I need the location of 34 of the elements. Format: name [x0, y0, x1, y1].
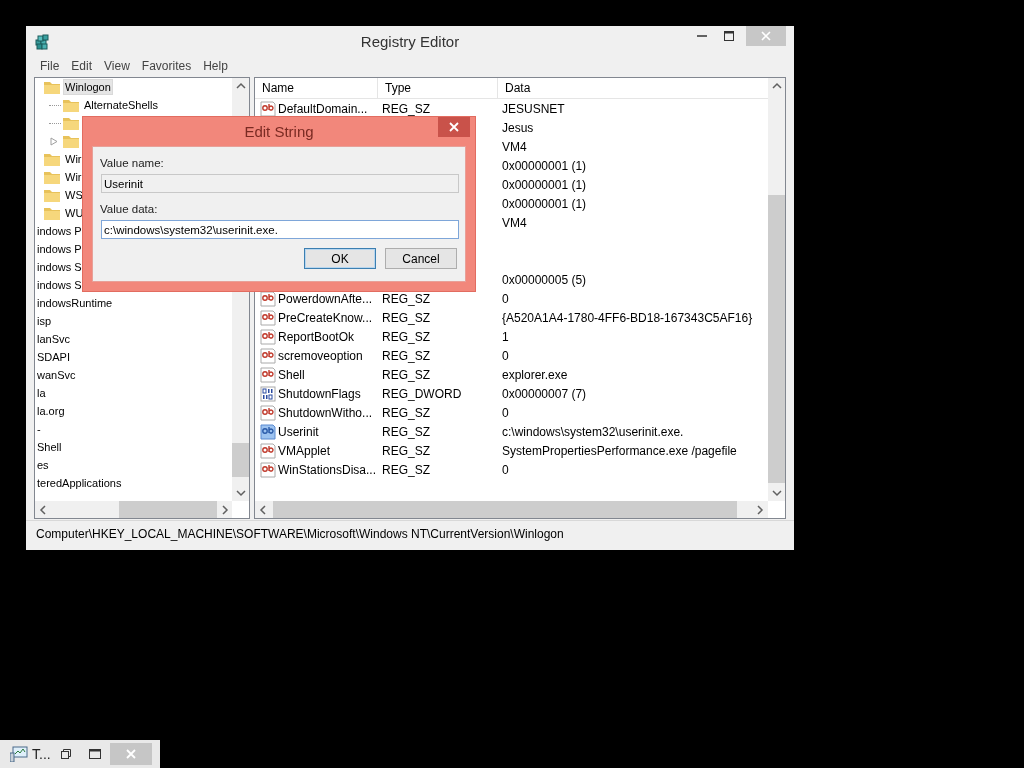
value-data: 1 [502, 329, 509, 344]
field-label: Value data: [100, 203, 159, 215]
value-data: 0 [502, 405, 509, 420]
value-type: REG_SZ [382, 367, 430, 382]
value-data: JESUSNET [502, 101, 565, 116]
value-data: SystemPropertiesPerformance.exe /pagefile [502, 443, 737, 458]
value-data: 0x00000001 (1) [502, 177, 587, 192]
dialog-title: Edit String [244, 123, 314, 140]
value-type: REG_SZ [382, 329, 430, 344]
value-type: REG_SZ [382, 443, 430, 458]
value-data: c:\windows\system32\userinit.exe. [502, 424, 684, 439]
value-data: 0 [502, 462, 509, 477]
value-data: 0x00000005 (5) [502, 272, 587, 287]
value-type: REG_SZ [382, 424, 430, 439]
value-type: REG_SZ [382, 405, 430, 420]
status-bar: Computer\HKEY_LOCAL_MACHINE\SOFTWARE\Microsoft\Windows NT\CurrentVersion\Winlogon [26, 520, 794, 547]
value-data: 0 [502, 291, 509, 306]
value-data: VM4 [502, 215, 527, 230]
field-label: Value name: [100, 157, 165, 169]
value-type: REG_SZ [382, 462, 430, 477]
window-title: Registry Editor [360, 33, 460, 50]
value-data: 0x00000007 (7) [502, 386, 587, 401]
value-type: REG_SZ [382, 101, 430, 116]
value-type: REG_DWORD [382, 386, 462, 401]
value-data: 0 [502, 348, 509, 363]
value-data: {A520A1A4-1780-4FF6-BD18-167343C5AF16} [502, 310, 753, 325]
value-data: Jesus [502, 120, 534, 135]
value-type: REG_SZ [382, 348, 430, 363]
value-type: REG_SZ [382, 291, 430, 306]
value-data: 0x00000001 (1) [502, 158, 587, 173]
value-data: VM4 [502, 139, 527, 154]
value-data: 0x00000001 (1) [502, 196, 587, 211]
value-type: REG_SZ [382, 310, 430, 325]
value-data: explorer.exe [502, 367, 568, 382]
